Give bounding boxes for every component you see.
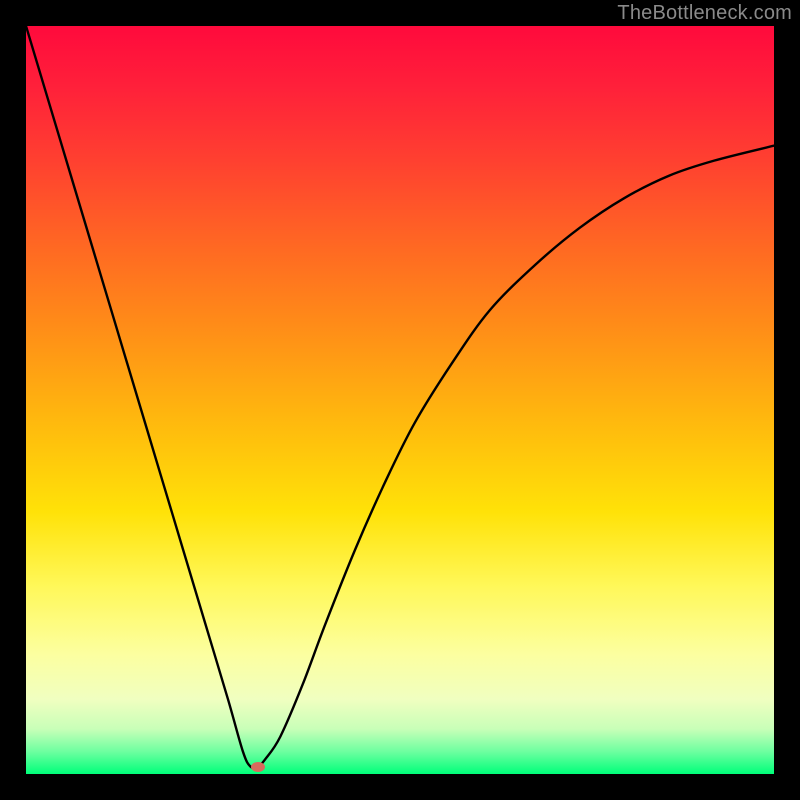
bottleneck-curve — [26, 26, 774, 774]
watermark-text: TheBottleneck.com — [617, 2, 792, 25]
plot-area — [26, 26, 774, 774]
optimal-point-marker — [251, 762, 265, 772]
chart-frame: TheBottleneck.com — [0, 0, 800, 800]
